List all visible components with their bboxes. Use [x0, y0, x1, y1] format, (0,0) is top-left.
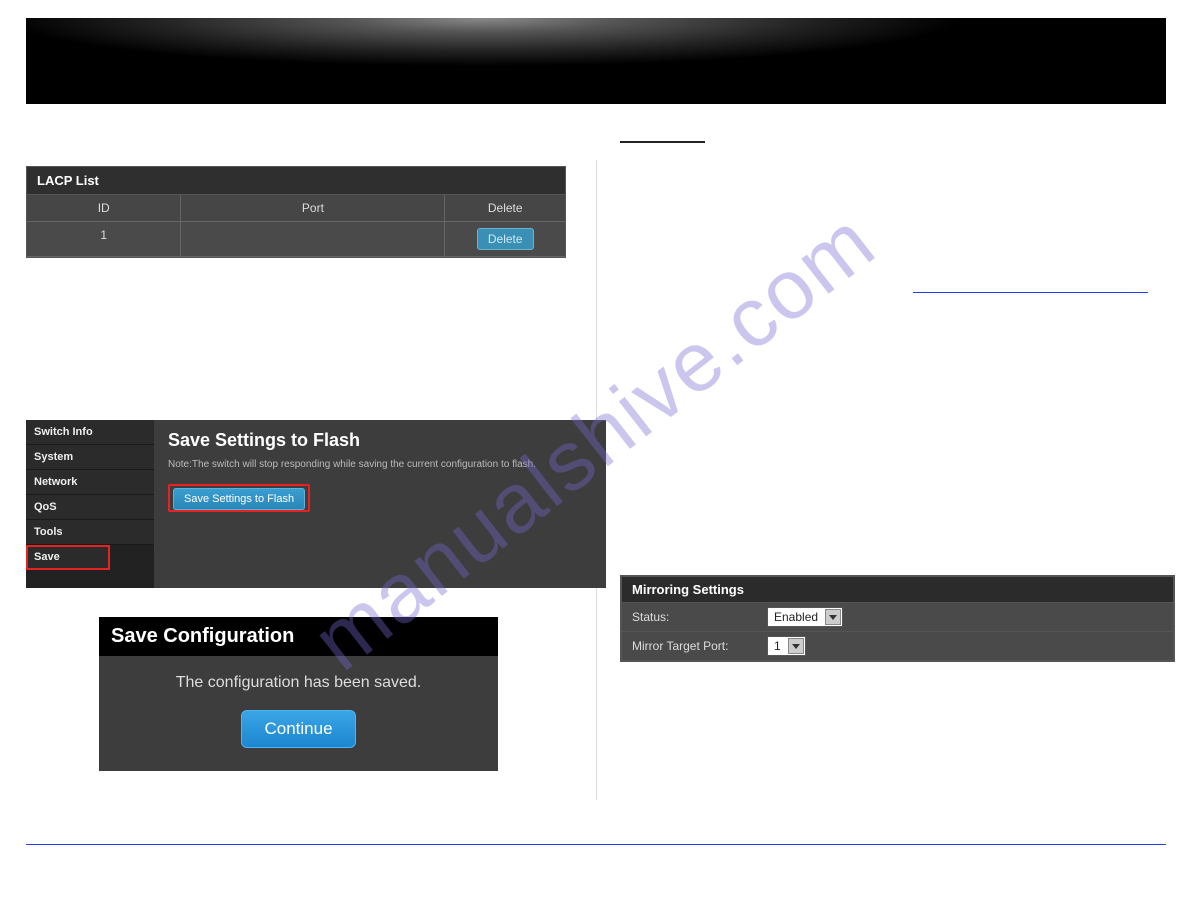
- save-sidebar: Switch Info System Network QoS Tools Sav…: [26, 420, 154, 588]
- save-configuration-body: The configuration has been saved. Contin…: [99, 656, 498, 748]
- lacp-cell-port: [181, 222, 445, 257]
- save-configuration-dialog: Save Configuration The configuration has…: [99, 617, 498, 771]
- save-settings-note: Note:The switch will stop responding whi…: [168, 459, 592, 470]
- delete-button[interactable]: Delete: [477, 228, 534, 250]
- status-label: Status:: [622, 610, 767, 624]
- lacp-header-row: ID Port Delete: [27, 195, 565, 222]
- continue-button[interactable]: Continue: [241, 710, 355, 748]
- sidebar-item-system[interactable]: System: [26, 445, 154, 470]
- mirror-row-status: Status: Enabled: [622, 603, 1173, 632]
- sidebar-item-qos[interactable]: QoS: [26, 495, 154, 520]
- save-main-area: Save Settings to Flash Note:The switch w…: [154, 420, 606, 588]
- lacp-cell-delete: Delete: [445, 222, 565, 257]
- lacp-cell-id: 1: [27, 222, 181, 257]
- sidebar-item-network[interactable]: Network: [26, 470, 154, 495]
- mirror-row-target: Mirror Target Port: 1: [622, 632, 1173, 660]
- lacp-header-port: Port: [181, 195, 445, 222]
- lacp-header-id: ID: [27, 195, 181, 222]
- status-select-value: Enabled: [774, 610, 818, 624]
- mirroring-settings-panel: Mirroring Settings Status: Enabled Mirro…: [620, 575, 1175, 662]
- save-configuration-message: The configuration has been saved.: [99, 674, 498, 692]
- sidebar-item-switch-info[interactable]: Switch Info: [26, 420, 154, 445]
- target-port-select[interactable]: 1: [767, 636, 806, 656]
- target-port-label: Mirror Target Port:: [622, 639, 767, 653]
- save-settings-heading: Save Settings to Flash: [168, 430, 592, 451]
- section-underline: [620, 141, 705, 143]
- mirroring-settings-title: Mirroring Settings: [622, 577, 1173, 603]
- sidebar-item-tools[interactable]: Tools: [26, 520, 154, 545]
- top-banner: [26, 18, 1166, 104]
- footer-rule: [26, 844, 1166, 845]
- status-select[interactable]: Enabled: [767, 607, 843, 627]
- save-settings-panel: Switch Info System Network QoS Tools Sav…: [26, 420, 606, 588]
- save-settings-to-flash-button[interactable]: Save Settings to Flash: [173, 488, 305, 510]
- save-configuration-title: Save Configuration: [99, 617, 498, 656]
- link-underline: [913, 292, 1148, 293]
- lacp-header-delete: Delete: [445, 195, 565, 222]
- chevron-down-icon: [788, 638, 804, 654]
- chevron-down-icon: [825, 609, 841, 625]
- lacp-list-title: LACP List: [27, 167, 565, 195]
- table-row: 1 Delete: [27, 222, 565, 257]
- highlight-box: Save Settings to Flash: [168, 484, 310, 512]
- sidebar-item-save[interactable]: Save: [26, 545, 110, 570]
- lacp-list-panel: LACP List ID Port Delete 1 Delete: [26, 166, 566, 258]
- target-port-value: 1: [774, 639, 781, 653]
